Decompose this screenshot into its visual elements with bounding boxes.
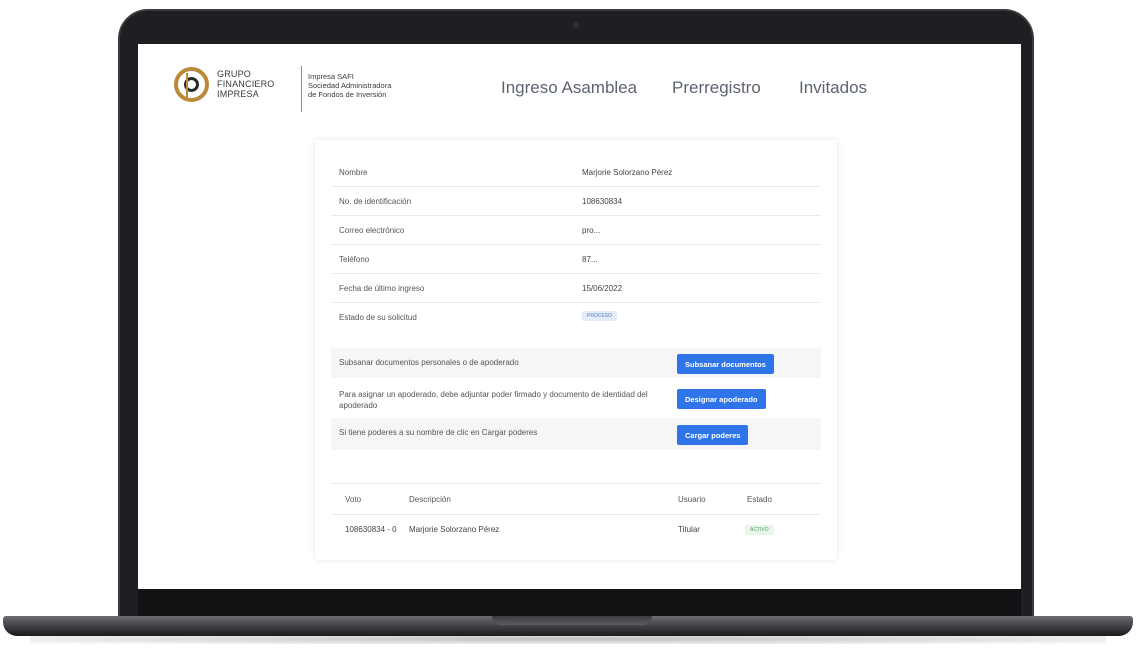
info-value: 15/06/2022 bbox=[582, 284, 623, 293]
brand-subtitle: Impresa SAFI Sociedad Administradora de … bbox=[308, 72, 391, 99]
info-row-email: Correo electrónico pro... bbox=[331, 216, 821, 245]
info-row-phone: Teléfono 87... bbox=[331, 245, 821, 274]
camera-icon bbox=[573, 22, 579, 28]
col-header-descripcion: Descripción bbox=[409, 495, 451, 504]
action-text: Para asignar un apoderado, debe adjuntar… bbox=[339, 390, 648, 410]
info-label: Nombre bbox=[339, 168, 368, 177]
brand-line-2: FINANCIERO bbox=[217, 79, 275, 89]
nav-ingreso-asamblea[interactable]: Ingreso Asamblea bbox=[501, 78, 637, 98]
brand-subtitle-line-3: de Fondos de Inversión bbox=[308, 90, 387, 99]
col-header-voto: Voto bbox=[345, 495, 362, 504]
laptop-notch bbox=[492, 616, 652, 625]
app-screen: GRUPO FINANCIERO IMPRESA Impresa SAFI So… bbox=[138, 44, 1021, 589]
cell-voto: 108630834 - 0 bbox=[345, 525, 397, 534]
col-header-estado: Estado bbox=[747, 495, 772, 504]
info-value: 108630834 bbox=[582, 197, 623, 206]
info-label: No. de identificación bbox=[339, 197, 412, 206]
cargar-poderes-button[interactable]: Cargar poderes bbox=[677, 425, 749, 445]
estado-badge: ACTIVO bbox=[745, 525, 774, 535]
nav-prerregistro[interactable]: Prerregistro bbox=[672, 78, 761, 98]
brand-subtitle-line-1: Impresa SAFI bbox=[308, 72, 354, 81]
info-label: Teléfono bbox=[339, 255, 370, 264]
designar-apoderado-button[interactable]: Designar apoderado bbox=[677, 389, 766, 409]
info-label: Estado de su solicitud bbox=[339, 313, 417, 322]
info-value: 87... bbox=[582, 255, 598, 264]
brand-line-3: IMPRESA bbox=[217, 89, 259, 99]
brand-logo-icon[interactable] bbox=[174, 67, 209, 102]
info-label: Correo electrónico bbox=[339, 226, 405, 235]
col-header-usuario: Usuario bbox=[678, 495, 706, 504]
info-row-status: Estado de su solicitud PROCESO bbox=[331, 303, 821, 331]
table-row: 108630834 - 0 Marjorie Solorzano Pérez T… bbox=[331, 514, 821, 542]
info-row-id: No. de identificación 108630834 bbox=[331, 187, 821, 216]
info-value: pro... bbox=[582, 226, 601, 235]
info-row-last-login: Fecha de último ingreso 15/06/2022 bbox=[331, 274, 821, 303]
cell-usuario: Titular bbox=[678, 525, 700, 534]
info-value: Marjorie Solorzano Pérez bbox=[582, 168, 673, 177]
action-row-cargar: Si tiene poderes a su nombre de clic en … bbox=[331, 418, 821, 450]
screen-bottom-bezel bbox=[138, 589, 1021, 619]
profile-card: Nombre Marjorie Solorzano Pérez No. de i… bbox=[315, 140, 837, 560]
cell-descripcion: Marjorie Solorzano Pérez bbox=[409, 525, 500, 534]
action-row-subsanar: Subsanar documentos personales o de apod… bbox=[331, 348, 821, 378]
brand-line-1: GRUPO bbox=[217, 69, 252, 79]
action-row-designar: Para asignar un apoderado, debe adjuntar… bbox=[331, 380, 821, 416]
action-text: Subsanar documentos personales o de apod… bbox=[339, 358, 519, 367]
brand-name: GRUPO FINANCIERO IMPRESA bbox=[217, 69, 275, 99]
votes-table-header: Voto Descripción Usuario Estado bbox=[331, 483, 821, 515]
status-badge: PROCESO bbox=[582, 311, 618, 321]
info-row-name: Nombre Marjorie Solorzano Pérez bbox=[331, 158, 821, 187]
action-text: Si tiene poderes a su nombre de clic en … bbox=[339, 428, 538, 437]
subsanar-documentos-button[interactable]: Subsanar documentos bbox=[677, 354, 774, 374]
info-label: Fecha de último ingreso bbox=[339, 284, 425, 293]
nav-invitados[interactable]: Invitados bbox=[799, 78, 867, 98]
brand-divider bbox=[301, 66, 302, 112]
brand-subtitle-line-2: Sociedad Administradora bbox=[308, 81, 392, 90]
